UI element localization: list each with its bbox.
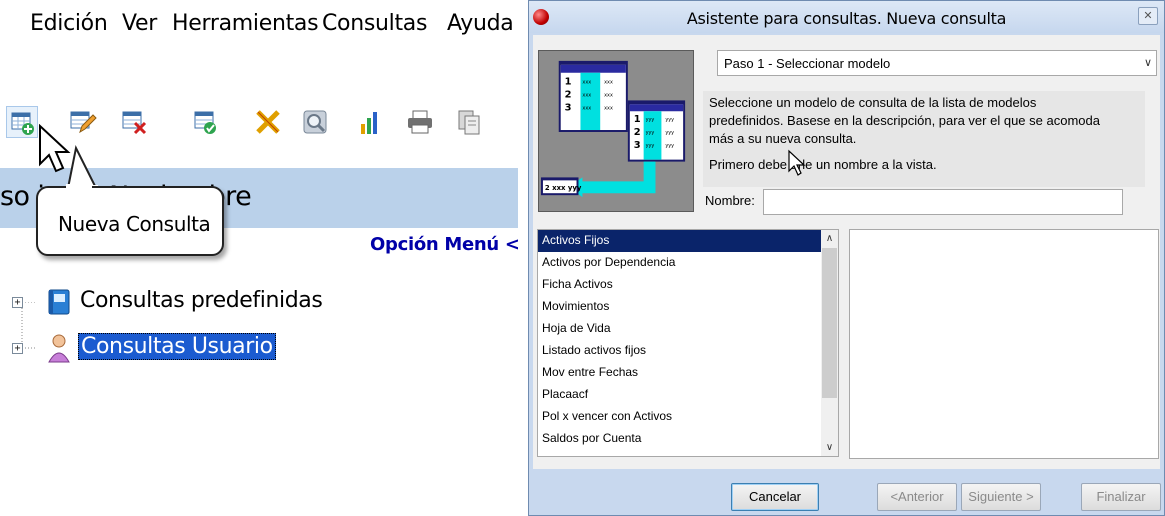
- illus-result: 2 xxx yyy: [545, 184, 582, 192]
- scroll-up-icon[interactable]: ∧: [821, 230, 838, 247]
- list-scrollbar[interactable]: ∧ ∨: [821, 230, 838, 456]
- instruction-line-3: más a su nueva consulta.: [709, 131, 857, 146]
- illus-row-1: 1: [565, 77, 572, 88]
- mouse-cursor: [788, 149, 806, 176]
- run-query-icon: [194, 111, 216, 134]
- finish-button[interactable]: Finalizar: [1081, 483, 1161, 511]
- model-list[interactable]: Activos Fijos Activos por Dependencia Fi…: [537, 229, 839, 457]
- instruction-line-1: Seleccione un modelo de consulta de la l…: [709, 95, 1037, 110]
- menu-herramientas[interactable]: Herramientas: [172, 11, 319, 36]
- illus-cell: xxx: [582, 92, 591, 98]
- previous-button[interactable]: <Anterior: [877, 483, 957, 511]
- new-query-wizard-dialog: Asistente para consultas. Nueva consulta…: [528, 0, 1165, 516]
- illus-row-2: 2: [565, 89, 572, 100]
- delete-query-icon: [122, 111, 147, 135]
- menu-edicion[interactable]: Edición: [30, 11, 108, 36]
- close-button[interactable]: ✕: [1138, 7, 1158, 25]
- step-dropdown-value: Paso 1 - Seleccionar modelo: [724, 56, 891, 71]
- search-button[interactable]: [300, 106, 332, 138]
- dialog-button-bar: Cancelar <Anterior Siguiente > Finalizar: [529, 471, 1164, 515]
- list-item[interactable]: Ficha Activos: [538, 274, 822, 296]
- list-item[interactable]: Movimientos: [538, 296, 822, 318]
- tooltip-tail-join: [66, 184, 92, 190]
- tooltip: Nueva Consulta: [36, 186, 224, 256]
- left-app-panel: Edición Ver Herramientas Consultas Ayuda: [0, 0, 518, 516]
- nombre-label: Nombre:: [705, 193, 755, 208]
- list-item[interactable]: Pol x vencer con Activos: [538, 406, 822, 428]
- list-item[interactable]: Mov entre Fechas: [538, 362, 822, 384]
- chart-icon: [361, 112, 377, 134]
- user-icon: [48, 334, 70, 363]
- instruction-line-2: predefinidos. Basese en la descripción, …: [709, 113, 1100, 128]
- menu-ver[interactable]: Ver: [122, 11, 157, 36]
- print-icon: [408, 110, 432, 134]
- illus-row-2: 2: [634, 127, 641, 138]
- illus-row-3: 3: [565, 102, 572, 113]
- illus-yyy: yyy: [665, 117, 674, 123]
- illus-yyy: yyy: [646, 130, 655, 136]
- menu-bar: Edición Ver Herramientas Consultas Ayuda: [0, 0, 518, 58]
- list-item[interactable]: Activos por Dependencia: [538, 252, 822, 274]
- chevron-down-icon: ∨: [1143, 56, 1152, 69]
- tree-label: Consultas predefinidas: [80, 288, 323, 313]
- opcion-menu-link[interactable]: Opción Menú <<: [370, 234, 518, 255]
- dialog-title: Asistente para consultas. Nueva consulta: [686, 9, 1007, 28]
- dialog-title-bar[interactable]: Asistente para consultas. Nueva consulta…: [529, 1, 1164, 33]
- cut-button[interactable]: [252, 106, 284, 138]
- copy-button[interactable]: [454, 106, 486, 138]
- cancel-button-label: Cancelar: [748, 489, 802, 504]
- next-button[interactable]: Siguiente >: [961, 483, 1041, 511]
- search-icon: [303, 110, 327, 134]
- new-query-button[interactable]: [6, 106, 38, 138]
- print-button[interactable]: [404, 106, 436, 138]
- illus-cell: xxx: [604, 105, 613, 111]
- list-item[interactable]: Listado activos fijos: [538, 340, 822, 362]
- finish-button-label: Finalizar: [1096, 489, 1146, 504]
- new-query-icon: [11, 112, 34, 135]
- tooltip-text: Nueva Consulta: [58, 212, 211, 236]
- illus-row-1: 1: [634, 114, 641, 125]
- illus-yyy: yyy: [665, 130, 674, 136]
- instruction-line-4: Primero debe arle un nombre a la vista.: [709, 157, 937, 172]
- scroll-thumb[interactable]: [822, 248, 837, 398]
- step-dropdown[interactable]: Paso 1 - Seleccionar modelo ∨: [717, 50, 1157, 76]
- tree-expander[interactable]: +: [12, 297, 23, 308]
- illus-cell: xxx: [604, 92, 613, 98]
- tree-item-consultas-predefinidas[interactable]: + Consultas predefinidas: [12, 284, 332, 320]
- book-icon: [48, 289, 70, 315]
- list-item[interactable]: Hoja de Vida: [538, 318, 822, 340]
- illus-cell: xxx: [582, 105, 591, 111]
- model-description-panel: [849, 229, 1159, 459]
- next-button-label: Siguiente >: [968, 489, 1034, 504]
- scroll-down-icon[interactable]: ∨: [821, 439, 838, 456]
- previous-button-label: <Anterior: [890, 489, 944, 504]
- list-item[interactable]: Saldos por Cuenta: [538, 428, 822, 450]
- illus-yyy: yyy: [646, 143, 655, 149]
- cut-icon: [256, 110, 280, 134]
- copy-icon: [458, 110, 480, 135]
- run-query-button[interactable]: [190, 106, 222, 138]
- delete-query-button[interactable]: [118, 106, 150, 138]
- tree-expander[interactable]: +: [12, 343, 23, 354]
- close-icon: ✕: [1143, 9, 1153, 22]
- illus-cell: xxx: [604, 80, 613, 86]
- dialog-client-area: 1 2 3 xxx xxx xxx xxx xxx xxx 1 2 3 yyy …: [533, 35, 1160, 469]
- illus-cell: xxx: [582, 80, 591, 86]
- nombre-input[interactable]: [763, 189, 1123, 215]
- mouse-cursor: [39, 124, 71, 173]
- query-model-illustration: 1 2 3 xxx xxx xxx xxx xxx xxx 1 2 3 yyy …: [538, 50, 694, 212]
- tree-label-selected: Consultas Usuario: [78, 333, 276, 360]
- list-item-selected[interactable]: Activos Fijos: [538, 230, 822, 252]
- menu-consultas[interactable]: Consultas: [322, 11, 427, 36]
- illus-yyy: yyy: [646, 117, 655, 123]
- chart-button[interactable]: [354, 106, 386, 138]
- list-item[interactable]: Placaacf: [538, 384, 822, 406]
- cancel-button[interactable]: Cancelar: [731, 483, 819, 511]
- menu-ayuda[interactable]: Ayuda: [447, 11, 514, 36]
- illus-yyy: yyy: [665, 143, 674, 149]
- tree-item-consultas-usuario[interactable]: + Consultas Usuario: [12, 330, 332, 366]
- illus-row-3: 3: [634, 140, 641, 151]
- instructions-box: Seleccione un modelo de consulta de la l…: [703, 91, 1145, 187]
